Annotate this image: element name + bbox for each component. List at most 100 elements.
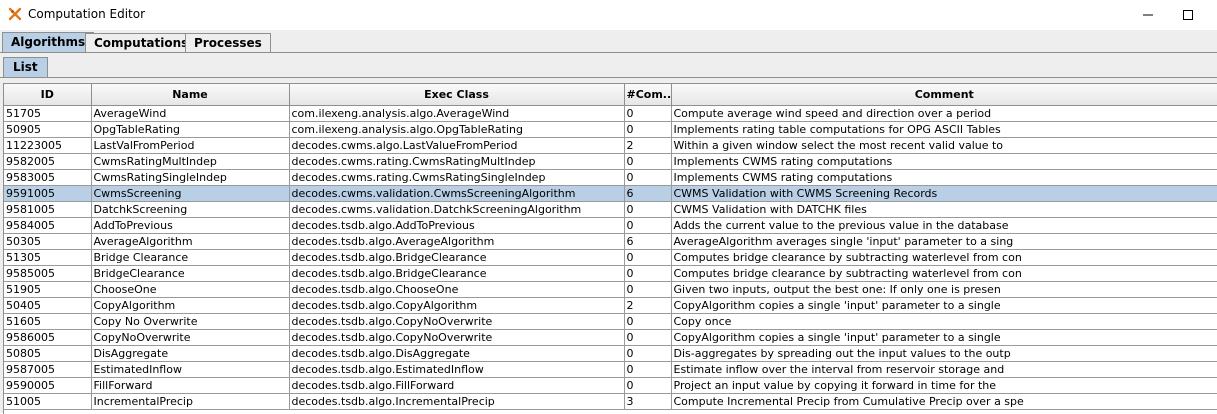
title-bar: Computation Editor <box>0 0 1217 30</box>
cell-name: BridgeClearance <box>91 265 290 282</box>
table-row[interactable]: 51705 AverageWind com.ilexeng.analysis.alg… <box>4 105 1217 122</box>
cell-id: 51305 <box>4 249 92 266</box>
cell-id: 51905 <box>4 281 92 298</box>
cell-exec-class: com.ilexeng.analysis.algo.AverageWind <box>289 105 625 122</box>
table-row[interactable]: 11223005 LastValFromPeriod decodes.cwms.al… <box>4 137 1217 154</box>
cell-comment: AverageAlgorithm averages single 'input'… <box>671 233 1217 250</box>
cell-id: 11223005 <box>4 137 92 154</box>
cell-comp-count: 0 <box>624 345 672 362</box>
table-row[interactable]: 51005 IncrementalPrecip decodes.tsdb.algo.… <box>4 393 1217 410</box>
column-header-name[interactable]: Name <box>91 84 290 106</box>
app-icon <box>8 7 22 21</box>
cell-exec-class: decodes.tsdb.algo.FillForward <box>289 377 625 394</box>
cell-comp-count: 0 <box>624 377 672 394</box>
cell-comp-count: 6 <box>624 233 672 250</box>
cell-comp-count: 0 <box>624 329 672 346</box>
cell-id: 50805 <box>4 345 92 362</box>
cell-exec-class: decodes.tsdb.algo.AddToPrevious <box>289 217 625 234</box>
cell-comment: Estimate inflow over the interval from r… <box>671 361 1217 378</box>
cell-exec-class: decodes.tsdb.algo.CopyNoOverwrite <box>289 313 625 330</box>
table-row[interactable]: 9584005 AddToPrevious decodes.tsdb.algo.Ad… <box>4 217 1217 234</box>
cell-id: 9581005 <box>4 201 92 218</box>
table-row[interactable]: 51605 Copy No Overwrite decodes.tsdb.algo.… <box>4 313 1217 330</box>
cell-exec-class: decodes.tsdb.algo.BridgeClearance <box>289 265 625 282</box>
cell-name: CopyAlgorithm <box>91 297 290 314</box>
cell-comment: CWMS Validation with CWMS Screening Reco… <box>671 185 1217 202</box>
table-row[interactable]: 9583005 CwmsRatingSingleIndep decodes.cwms… <box>4 169 1217 186</box>
cell-comment: Dis-aggregates by spreading out the inpu… <box>671 345 1217 362</box>
cell-exec-class: decodes.cwms.validation.DatchkScreeningA… <box>289 201 625 218</box>
tab-computations[interactable]: Computations <box>85 33 198 52</box>
cell-id: 9590005 <box>4 377 92 394</box>
cell-name: AverageAlgorithm <box>91 233 290 250</box>
window-title: Computation Editor <box>28 7 146 21</box>
cell-id: 9586005 <box>4 329 92 346</box>
algorithms-table: ID Name Exec Class #Com... Comment 51705… <box>3 83 1217 414</box>
main-tab-strip: Algorithms Computations Processes <box>0 30 1217 53</box>
cell-comment: Project an input value by copying it for… <box>671 377 1217 394</box>
cell-comp-count: 2 <box>624 297 672 314</box>
table-row[interactable]: 50305 AverageAlgorithm decodes.tsdb.algo.A… <box>4 233 1217 250</box>
cell-comment: Within a given window select the most re… <box>671 137 1217 154</box>
cell-id: 50905 <box>4 121 92 138</box>
cell-comp-count: 0 <box>624 153 672 170</box>
cell-comment: Adds the current value to the previous v… <box>671 217 1217 234</box>
cell-comment: Compute average wind speed and direction… <box>671 105 1217 122</box>
column-header-exec-class[interactable]: Exec Class <box>289 84 625 106</box>
maximize-icon <box>1183 10 1193 20</box>
cell-name: EstimatedInflow <box>91 361 290 378</box>
cell-name: OpgTableRating <box>91 121 290 138</box>
table-row[interactable]: 9591005 CwmsScreening decodes.cwms.validat… <box>4 185 1217 202</box>
cell-comment: Implements CWMS rating computations <box>671 169 1217 186</box>
table-row[interactable]: 51305 Bridge Clearance decodes.tsdb.algo.B… <box>4 249 1217 266</box>
table-row[interactable]: 9581005 DatchkScreening decodes.cwms.valid… <box>4 201 1217 218</box>
table-row[interactable]: 9590005 FillForward decodes.tsdb.algo.Fill… <box>4 377 1217 394</box>
cell-comp-count: 0 <box>624 169 672 186</box>
cell-id: 9591005 <box>4 185 92 202</box>
table-row[interactable]: 9587005 EstimatedInflow decodes.tsdb.algo.… <box>4 361 1217 378</box>
cell-exec-class: decodes.tsdb.algo.EstimatedInflow <box>289 361 625 378</box>
cell-id: 9587005 <box>4 361 92 378</box>
tab-list[interactable]: List <box>3 57 48 77</box>
cell-exec-class: decodes.tsdb.algo.AverageAlgorithm <box>289 233 625 250</box>
cell-id: 50405 <box>4 297 92 314</box>
minimize-icon <box>1143 14 1153 16</box>
column-header-comp-count[interactable]: #Com... <box>624 84 672 106</box>
cell-comment: Copy once <box>671 313 1217 330</box>
cell-comp-count: 0 <box>624 249 672 266</box>
cell-id: 51605 <box>4 313 92 330</box>
cell-exec-class: decodes.tsdb.algo.CopyAlgorithm <box>289 297 625 314</box>
cell-id: 50305 <box>4 233 92 250</box>
cell-comment: Given two inputs, output the best one: I… <box>671 281 1217 298</box>
cell-id: 9585005 <box>4 265 92 282</box>
cell-comp-count: 0 <box>624 217 672 234</box>
table-row[interactable]: 9582005 CwmsRatingMultIndep decodes.cwms.r… <box>4 153 1217 170</box>
cell-exec-class: com.ilexeng.analysis.algo.OpgTableRating <box>289 121 625 138</box>
cell-comp-count: 2 <box>624 137 672 154</box>
cell-comp-count: 3 <box>624 393 672 410</box>
cell-exec-class: decodes.tsdb.algo.CopyNoOverwrite <box>289 329 625 346</box>
column-header-id[interactable]: ID <box>4 84 92 106</box>
cell-name: CwmsRatingSingleIndep <box>91 169 290 186</box>
table-row[interactable]: 9586005 CopyNoOverwrite decodes.tsdb.algo.… <box>4 329 1217 346</box>
cell-name: DatchkScreening <box>91 201 290 218</box>
table-row[interactable]: 50805 DisAggregate decodes.tsdb.algo.DisAg… <box>4 345 1217 362</box>
cell-name: CwmsScreening <box>91 185 290 202</box>
table-row[interactable]: 9585005 BridgeClearance decodes.tsdb.algo.… <box>4 265 1217 282</box>
cell-exec-class: decodes.tsdb.algo.BridgeClearance <box>289 249 625 266</box>
maximize-button[interactable] <box>1165 0 1211 30</box>
cell-name: IncrementalPrecip <box>91 393 290 410</box>
table-row[interactable]: 50405 CopyAlgorithm decodes.tsdb.algo.Copy… <box>4 297 1217 314</box>
table-row[interactable]: 50905 OpgTableRating com.ilexeng.analysis.… <box>4 121 1217 138</box>
cell-id: 51005 <box>4 393 92 410</box>
cell-exec-class: decodes.cwms.algo.LastValueFromPeriod <box>289 137 625 154</box>
tab-processes[interactable]: Processes <box>185 33 271 52</box>
tab-algorithms[interactable]: Algorithms <box>2 32 95 53</box>
table-header: ID Name Exec Class #Com... Comment <box>4 84 1217 106</box>
cell-name: Copy No Overwrite <box>91 313 290 330</box>
cell-comp-count: 0 <box>624 313 672 330</box>
cell-comment: Computes bridge clearance by subtracting… <box>671 249 1217 266</box>
table-row[interactable]: 51905 ChooseOne decodes.tsdb.algo.ChooseOn… <box>4 281 1217 298</box>
cell-comp-count: 0 <box>624 121 672 138</box>
column-header-comment[interactable]: Comment <box>671 84 1217 106</box>
